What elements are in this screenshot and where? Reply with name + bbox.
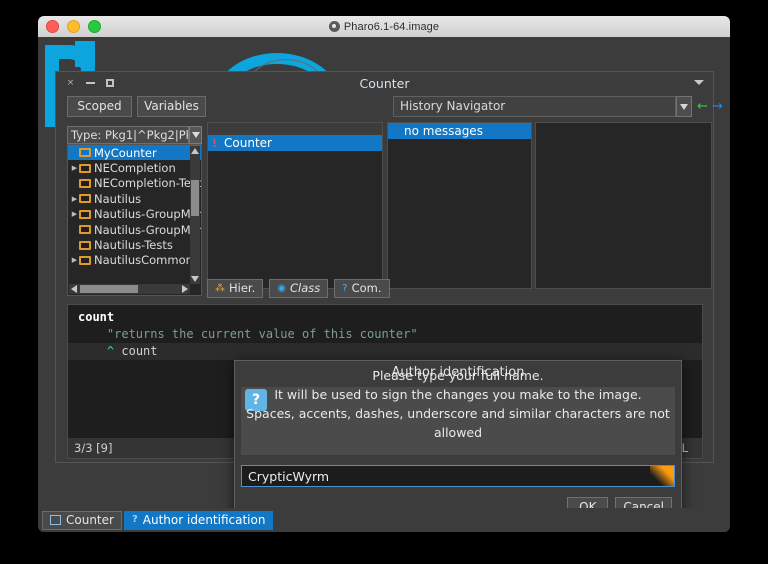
hierarchy-icon: ⁂	[215, 282, 225, 294]
message-list-item[interactable]: no messages	[388, 123, 531, 139]
os-window-title: Pharo6.1-64.image	[38, 20, 730, 33]
pharo-desktop[interactable]: × Counter Scoped Variables History Navig…	[38, 37, 730, 532]
tab-class-label: Class	[289, 281, 321, 295]
history-navigator-field[interactable]: History Navigator	[393, 96, 676, 117]
package-list-item-label: Nautilus-GroupMana	[94, 222, 202, 237]
class-list-pane[interactable]: ! Counter	[207, 122, 383, 289]
code-line-comment: "returns the current value of this count…	[68, 326, 702, 343]
class-list-header	[208, 123, 382, 135]
screenshot-root: Pharo6.1-64.image × Counter Scoped Varia…	[0, 0, 768, 564]
package-list-item[interactable]: Nautilus-GroupMana	[68, 222, 201, 237]
browser-titlebar[interactable]: × Counter	[56, 72, 713, 94]
vscroll-thumb[interactable]	[191, 180, 199, 216]
expand-triangle-icon[interactable]: ▶	[70, 164, 79, 172]
expand-triangle-icon[interactable]: ▶	[70, 256, 79, 264]
package-list[interactable]: MyCounter ▶ NECompletion NECompletion-Tests…	[67, 144, 202, 296]
tab-comment[interactable]: ? Com.	[334, 279, 390, 298]
message-list-pane[interactable]: no messages	[387, 122, 532, 289]
taskbar-item-author-label: Author identification	[142, 513, 266, 527]
author-name-input-wrapper[interactable]	[241, 465, 675, 487]
history-navigator-dropdown-icon[interactable]	[676, 96, 692, 117]
author-name-input[interactable]	[242, 466, 674, 486]
code-line-return: ^ count	[68, 343, 702, 360]
code-line-selector: count	[68, 309, 702, 326]
class-icon: ◉	[277, 282, 286, 294]
package-list-item[interactable]: MyCounter	[68, 145, 201, 161]
scroll-right-icon[interactable]	[182, 285, 188, 293]
package-list-item[interactable]: ▶ NECompletion	[68, 160, 201, 175]
scoped-button[interactable]: Scoped	[67, 96, 132, 117]
package-list-vscrollbar[interactable]	[190, 146, 200, 284]
package-list-item-label: NECompletion	[94, 161, 176, 176]
package-list-item-label: Nautilus-Tests	[94, 238, 173, 253]
os-window: Pharo6.1-64.image × Counter Scoped Varia…	[38, 16, 730, 532]
browser-toolbar: Scoped Variables History Navigator ← →	[56, 94, 723, 120]
expand-triangle-icon[interactable]: ▶	[70, 210, 79, 218]
nav-forward-icon[interactable]: →	[712, 100, 723, 113]
package-list-item-label: Nautilus	[94, 191, 142, 206]
package-folder-icon	[79, 225, 91, 235]
tab-comment-label: Com.	[351, 281, 382, 295]
class-list-item-label: Counter	[224, 136, 272, 150]
taskbar-item-author-identification[interactable]: ? Author identification	[123, 510, 274, 530]
scroll-left-icon[interactable]	[71, 285, 77, 293]
dialog-message: Please type your full name. It will be u…	[235, 366, 681, 442]
package-list-hscrollbar[interactable]	[69, 284, 190, 294]
os-window-title-text: Pharo6.1-64.image	[343, 20, 440, 33]
code-comment-text: "returns the current value of this count…	[106, 327, 418, 341]
tab-hierarchy-label: Hier.	[229, 281, 256, 295]
expand-triangle-icon[interactable]: ▶	[70, 195, 79, 203]
chevron-down-icon[interactable]	[694, 80, 704, 85]
tab-hierarchy[interactable]: ⁂ Hier.	[207, 279, 264, 298]
dialog-message-line3: Spaces, accents, dashes, underscore and …	[246, 406, 670, 440]
package-folder-icon	[79, 240, 91, 250]
scroll-up-icon[interactable]	[191, 148, 199, 154]
pharo-taskbar: Counter ? Author identification	[38, 508, 730, 532]
taskbar-item-counter[interactable]: Counter	[42, 510, 122, 530]
package-list-item[interactable]: ▶ Nautilus	[68, 191, 201, 206]
package-folder-icon	[79, 178, 91, 188]
class-list-item-counter[interactable]: ! Counter	[208, 135, 382, 151]
taskbar-item-counter-label: Counter	[66, 513, 114, 527]
package-list-item[interactable]: ▶ Nautilus-GroupMana	[68, 207, 201, 222]
package-list-item[interactable]: NECompletion-Tests	[68, 176, 201, 191]
class-pane-tabs: ⁂ Hier. ◉ Class ? Com.	[207, 279, 390, 298]
nav-back-icon[interactable]: ←	[697, 100, 708, 113]
package-list-item[interactable]: ▶ NautilusCommon	[68, 253, 201, 268]
package-folder-icon	[79, 255, 91, 265]
class-marker-icon: !	[212, 136, 218, 150]
package-folder-icon	[79, 209, 91, 219]
dialog-message-line1: Please type your full name.	[372, 368, 544, 383]
package-list-item-label: NautilusCommon	[94, 253, 193, 268]
package-folder-icon	[79, 194, 91, 204]
status-count: 3/3 [9]	[74, 441, 113, 455]
package-list-item[interactable]: Nautilus-Tests	[68, 237, 201, 252]
browser-title: Counter	[359, 75, 410, 91]
package-folder-icon	[79, 163, 91, 173]
package-list-rows: MyCounter ▶ NECompletion NECompletion-Tests…	[68, 145, 201, 268]
comment-icon: ?	[342, 282, 348, 294]
package-folder-icon	[79, 148, 91, 158]
detail-pane[interactable]	[535, 122, 712, 289]
pharo-app-icon	[328, 20, 340, 32]
os-titlebar[interactable]: Pharo6.1-64.image	[38, 16, 730, 38]
question-mark-icon: ?	[131, 514, 138, 525]
scroll-down-icon[interactable]	[191, 276, 199, 282]
package-filter-input[interactable]: Type: Pkg1|^Pkg2|Pk.*Co	[67, 126, 189, 144]
tab-class[interactable]: ◉ Class	[269, 279, 329, 298]
package-list-item-label: NECompletion-Tests	[94, 176, 202, 191]
dialog-message-line2: It will be used to sign the changes you …	[274, 387, 642, 402]
code-selector-text: count	[78, 310, 115, 324]
package-list-item-label: MyCounter	[94, 145, 157, 160]
hscroll-thumb[interactable]	[80, 285, 138, 293]
window-icon	[50, 515, 61, 525]
variables-button[interactable]: Variables	[137, 96, 206, 117]
package-list-item-label: Nautilus-GroupMana	[94, 207, 202, 222]
package-filter-dropdown-icon[interactable]	[189, 126, 202, 144]
code-return-value: count	[114, 344, 158, 358]
author-identification-dialog: Author identification ? Please type your…	[234, 360, 682, 525]
